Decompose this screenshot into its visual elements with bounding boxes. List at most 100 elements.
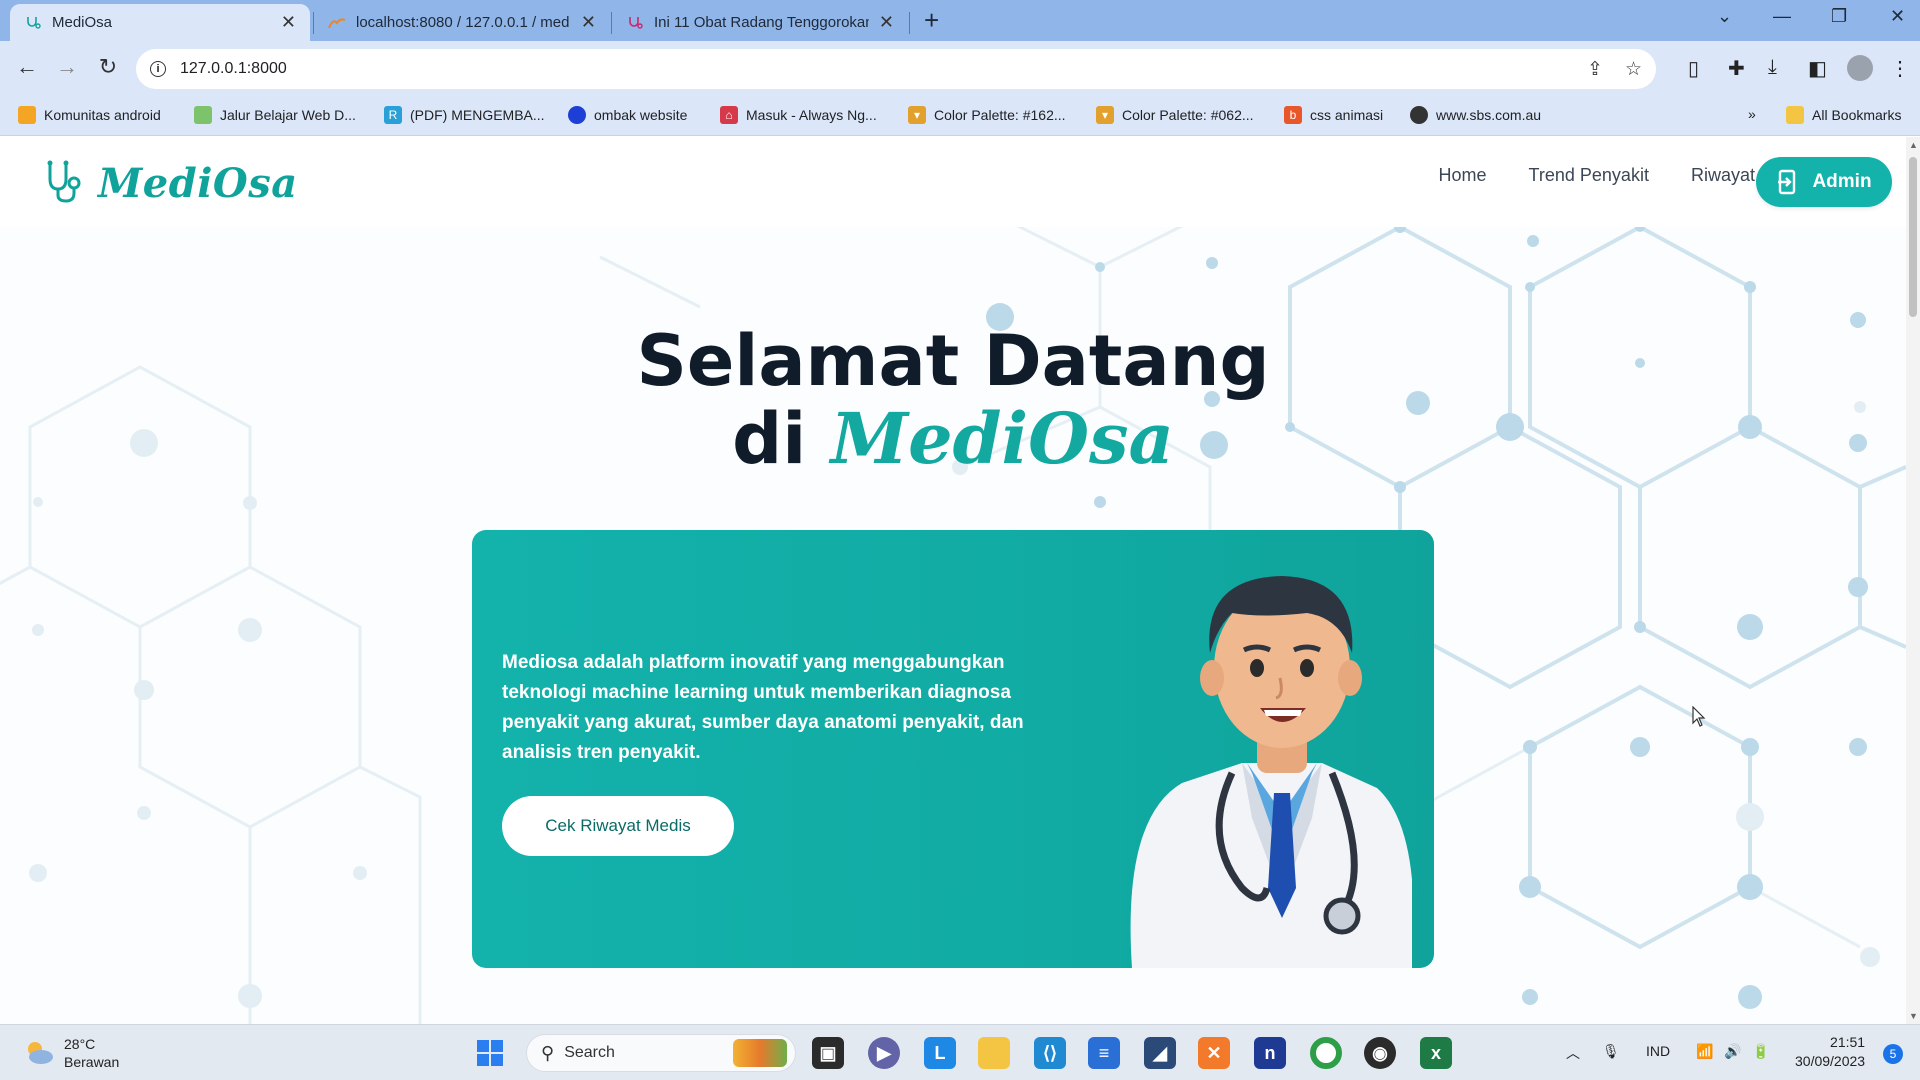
cloudy-weather-icon xyxy=(24,1039,54,1068)
bookmark-label: Color Palette: #062... xyxy=(1122,107,1254,123)
hero-title: Selamat Datang di MediOsa xyxy=(440,322,1466,478)
extensions-icon[interactable]: ✚ xyxy=(1728,56,1745,81)
hero-title-di: di xyxy=(732,398,831,480)
scroll-up-icon[interactable]: ▲ xyxy=(1909,140,1918,150)
teams-chat-icon[interactable]: ▶ xyxy=(868,1037,900,1069)
windows-start-icon[interactable] xyxy=(474,1037,506,1069)
bookmark-favicon: b xyxy=(1284,106,1302,124)
bookmark-item[interactable]: Jalur Belajar Web D... xyxy=(194,106,356,124)
window-close-icon[interactable]: ✕ xyxy=(1890,6,1905,27)
scrollbar-thumb[interactable] xyxy=(1909,157,1917,317)
search-highlight-icon xyxy=(733,1039,787,1067)
bookmarks-overflow-button[interactable]: » xyxy=(1748,106,1756,122)
stethoscope-logo-icon xyxy=(44,159,84,208)
close-icon[interactable]: ✕ xyxy=(879,12,894,33)
hero-title-brand: MediOsa xyxy=(830,397,1174,480)
wifi-icon[interactable]: 📶 xyxy=(1696,1043,1713,1060)
bookmark-item[interactable]: R (PDF) MENGEMBA... xyxy=(384,106,545,124)
folder-icon xyxy=(18,106,36,124)
stethoscope-icon xyxy=(24,14,42,32)
chevron-up-icon[interactable]: ︿ xyxy=(1566,1043,1580,1063)
tab-article[interactable]: Ini 11 Obat Radang Tenggorokan ✕ xyxy=(612,4,908,41)
clock-time: 21:51 xyxy=(1830,1034,1866,1050)
close-icon[interactable]: ✕ xyxy=(581,12,596,33)
cek-riwayat-medis-button[interactable]: Cek Riwayat Medis xyxy=(502,796,734,856)
new-tab-button[interactable]: + xyxy=(924,5,939,36)
address-bar[interactable]: i 127.0.0.1:8000 ⇪ ☆ xyxy=(136,49,1656,89)
menu-icon[interactable]: ⋮ xyxy=(1890,56,1910,81)
bookmark-item[interactable]: ⌂ Masuk - Always Ng... xyxy=(720,106,877,124)
microphone-icon[interactable]: 🎙 xyxy=(1602,1043,1620,1060)
weather-temperature: 28°C xyxy=(64,1036,96,1052)
battery-icon[interactable]: 🔋 xyxy=(1752,1043,1769,1060)
nav-trend-penyakit[interactable]: Trend Penyakit xyxy=(1529,165,1649,186)
bookmark-item[interactable]: www.sbs.com.au xyxy=(1410,106,1541,124)
scroll-down-icon[interactable]: ▼ xyxy=(1909,1011,1918,1021)
windows-taskbar: 28°C Berawan ⚲ Search ▣ ▶ L ⟨⟩ ≡ ◢ ✕ n ◉… xyxy=(0,1024,1920,1080)
weather-description: Berawan xyxy=(64,1054,120,1070)
hero-description: Mediosa adalah platform inovatif yang me… xyxy=(502,652,1024,763)
bookmark-item[interactable]: ▾ Color Palette: #062... xyxy=(1096,106,1254,124)
restore-icon[interactable]: ❐ xyxy=(1831,6,1847,27)
logo-text: MediOsa xyxy=(98,160,298,207)
reload-icon[interactable]: ↻ xyxy=(93,54,123,80)
system-clock[interactable]: 21:51 30/09/2023 xyxy=(1795,1033,1865,1071)
bookmark-favicon: ⌂ xyxy=(720,106,738,124)
tab-mediosa[interactable]: MediOsa ✕ xyxy=(10,4,310,41)
admin-button[interactable]: Admin xyxy=(1756,157,1892,207)
language-indicator[interactable]: IND xyxy=(1646,1043,1670,1059)
obs-icon[interactable]: ◉ xyxy=(1364,1037,1396,1069)
download-icon[interactable]: ⤓ xyxy=(1768,56,1777,79)
minimize-icon[interactable]: — xyxy=(1773,6,1791,27)
nav-home[interactable]: Home xyxy=(1439,165,1487,186)
xampp-icon[interactable]: ✕ xyxy=(1198,1037,1230,1069)
app-l-icon[interactable]: L xyxy=(924,1037,956,1069)
tab-divider xyxy=(909,12,910,34)
vscode-icon[interactable]: ⟨⟩ xyxy=(1034,1037,1066,1069)
search-label: Search xyxy=(564,1044,615,1061)
site-header: MediOsa Home Trend Penyakit Riwayat Medi… xyxy=(0,137,1906,227)
volume-icon[interactable]: 🔊 xyxy=(1724,1043,1741,1060)
bookmark-item[interactable]: Komunitas android xyxy=(18,106,161,124)
bookmark-favicon: ▾ xyxy=(1096,106,1114,124)
bookmark-label: Jalur Belajar Web D... xyxy=(220,107,356,123)
side-panel-icon[interactable]: ◧ xyxy=(1808,56,1827,81)
taskbar-search[interactable]: ⚲ Search xyxy=(526,1034,796,1072)
bookmark-item[interactable]: b css animasi xyxy=(1284,106,1383,124)
page-scrollbar[interactable]: ▲ ▼ xyxy=(1906,137,1920,1024)
file-explorer-icon[interactable] xyxy=(978,1037,1010,1069)
bookmark-star-icon[interactable]: ☆ xyxy=(1625,58,1642,81)
close-icon[interactable]: ✕ xyxy=(281,12,296,33)
tab-search-icon[interactable]: ⌄ xyxy=(1717,6,1732,27)
folder-icon xyxy=(1786,106,1804,124)
site-logo[interactable]: MediOsa xyxy=(44,159,298,208)
search-icon: ⚲ xyxy=(541,1042,555,1063)
chrome-icon[interactable] xyxy=(1310,1037,1342,1069)
browser-tab-bar: MediOsa ✕ localhost:8080 / 127.0.0.1 / m… xyxy=(0,0,1920,41)
reading-mode-icon[interactable]: ▯ xyxy=(1688,56,1699,81)
stethoscope-icon xyxy=(626,14,644,32)
site-info-icon[interactable]: i xyxy=(150,61,166,77)
bookmark-label: Masuk - Always Ng... xyxy=(746,107,877,123)
notepad-icon[interactable]: ≡ xyxy=(1088,1037,1120,1069)
back-icon[interactable]: ← xyxy=(12,54,42,80)
bookmark-item[interactable]: ombak website xyxy=(568,106,687,124)
login-icon xyxy=(1776,169,1800,195)
task-view-icon[interactable]: ▣ xyxy=(812,1037,844,1069)
app-n-icon[interactable]: n xyxy=(1254,1037,1286,1069)
excel-icon[interactable]: x xyxy=(1420,1037,1452,1069)
all-bookmarks-button[interactable]: All Bookmarks xyxy=(1786,106,1901,124)
mysql-workbench-icon[interactable]: ◢ xyxy=(1144,1037,1176,1069)
bookmark-label: Color Palette: #162... xyxy=(934,107,1066,123)
notification-badge[interactable]: 5 xyxy=(1883,1044,1903,1064)
share-icon[interactable]: ⇪ xyxy=(1587,58,1603,81)
weather-widget[interactable]: 28°C Berawan xyxy=(24,1035,119,1071)
bookmark-label: www.sbs.com.au xyxy=(1436,107,1542,123)
profile-avatar[interactable] xyxy=(1847,55,1873,81)
tab-title: Ini 11 Obat Radang Tenggorokan xyxy=(654,14,869,31)
bookmark-item[interactable]: ▾ Color Palette: #162... xyxy=(908,106,1066,124)
tab-phpmyadmin[interactable]: localhost:8080 / 127.0.0.1 / med ✕ xyxy=(314,4,610,41)
chevron-right-icon: » xyxy=(1748,106,1756,122)
forward-icon[interactable]: → xyxy=(52,54,82,80)
browser-toolbar: ← → ↻ i 127.0.0.1:8000 ⇪ ☆ ▯ ✚ ⤓ ◧ ⋮ xyxy=(0,41,1920,98)
